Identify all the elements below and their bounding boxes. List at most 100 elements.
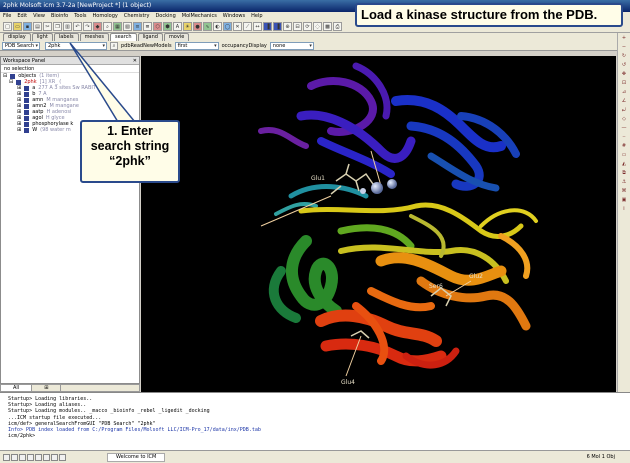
read-models-label: pdbReadNewModels [121, 42, 172, 49]
print-icon[interactable]: ▤ [33, 22, 42, 31]
fog-icon[interactable]: ◌ [313, 22, 322, 31]
status-icon[interactable] [27, 453, 34, 461]
torsion-icon[interactable]: ⤾ [620, 107, 628, 114]
instruction-callout-top: Load a kinase structure from the PDB. [355, 3, 623, 27]
new-file-icon[interactable]: □ [3, 22, 12, 31]
object-icon [24, 91, 30, 97]
redo-icon[interactable]: ↷ [83, 22, 92, 31]
object-icon [24, 103, 30, 109]
molecule-viewer[interactable]: Glu1 Ser6 Glu2 Glu4 [141, 56, 616, 392]
grid-icon[interactable]: # [620, 143, 628, 150]
select-icon[interactable]: ◆ [93, 22, 102, 31]
tag-icon[interactable]: ⌘ [620, 188, 628, 195]
measure-icon[interactable]: ⊿ [620, 89, 628, 96]
tab-search[interactable]: search [109, 33, 137, 41]
search-binoculars-icon[interactable]: ⌕ [110, 41, 118, 50]
color-icon[interactable]: ● [193, 22, 202, 31]
cpk-icon[interactable]: ◯ [223, 22, 232, 31]
display-mode-icon[interactable]: ▐ [263, 22, 272, 31]
status-icon[interactable] [51, 453, 58, 461]
open-folder-icon[interactable]: ▭ [13, 22, 22, 31]
search-input[interactable]: 2phk [45, 41, 107, 50]
expand-icon[interactable]: ⊞ [17, 127, 21, 133]
fit-icon[interactable]: ⊡ [620, 80, 628, 87]
status-icon[interactable] [35, 453, 42, 461]
molecule-icon[interactable]: ⬡ [153, 22, 162, 31]
paste-icon[interactable]: ▥ [63, 22, 72, 31]
chart-icon[interactable]: ▧ [123, 22, 132, 31]
xstick-icon[interactable]: ✕ [233, 22, 242, 31]
wire-icon[interactable]: ⟋ [243, 22, 252, 31]
object-icon [24, 109, 30, 115]
zoom-in-icon[interactable]: + [620, 35, 628, 42]
zoom-out-icon[interactable]: − [620, 44, 628, 51]
terminal[interactable]: Startup> Loading libraries.. Startup> Loa… [0, 392, 630, 450]
ligand-icon[interactable]: ⬢ [163, 22, 172, 31]
menu-item[interactable]: Docking [155, 12, 175, 21]
menu-item[interactable]: Windows [223, 12, 245, 21]
distance-icon[interactable]: ↔ [253, 22, 262, 31]
copy-icon[interactable]: ❐ [53, 22, 62, 31]
menu-item[interactable]: Homology [93, 12, 118, 21]
anchor-icon[interactable]: ⚓ [620, 179, 628, 186]
find-icon[interactable]: ⌕ [103, 22, 112, 31]
slab-icon[interactable]: ▭ [620, 152, 628, 159]
tab-meshes[interactable]: meshes [79, 33, 109, 41]
menu-item[interactable]: MolMechanics [182, 12, 217, 21]
tab-ligand[interactable]: ligand [137, 33, 163, 41]
close-icon[interactable]: ✕ [133, 57, 137, 65]
expand-icon[interactable]: ⊟ [3, 73, 7, 79]
info-icon[interactable]: i [620, 206, 628, 213]
expand-icon[interactable]: ⊟ [9, 79, 13, 85]
clip-icon[interactable]: ⊟ [293, 22, 302, 31]
tab-movie[interactable]: movie [163, 33, 190, 41]
light-icon[interactable]: ☀ [183, 22, 192, 31]
menu-item[interactable]: File [3, 12, 11, 21]
status-icon[interactable] [59, 453, 66, 461]
stereo-view-icon[interactable]: ⧉ [620, 170, 628, 177]
bond-icon[interactable]: — [620, 125, 628, 132]
panel-tab[interactable]: ⊞ [32, 385, 62, 391]
center-icon[interactable]: ⊕ [283, 22, 292, 31]
tab-light[interactable]: light [31, 33, 53, 41]
pick-icon[interactable]: ◇ [620, 116, 628, 123]
tree-item-desc: (98 water m [40, 127, 71, 133]
search-source-select[interactable]: PDB Search [2, 41, 40, 50]
status-icon[interactable] [43, 453, 50, 461]
menu-item[interactable]: Bioinfo [51, 12, 68, 21]
panel-tab[interactable]: All [1, 385, 33, 391]
stereo-icon[interactable]: ▐ [273, 22, 282, 31]
tool-tabs: display light labels meshes search ligand movi… [0, 33, 630, 41]
menu-item[interactable]: Tools [74, 12, 86, 21]
menu-item[interactable]: View [33, 12, 45, 21]
translate-icon[interactable]: ✥ [620, 71, 628, 78]
lock-icon[interactable]: ▣ [620, 197, 628, 204]
undo-icon[interactable]: ↶ [73, 22, 82, 31]
rotate-y-icon[interactable]: ↺ [620, 62, 628, 69]
save-icon[interactable]: ▪ [23, 22, 32, 31]
status-icon[interactable] [11, 453, 18, 461]
cut-icon[interactable]: ✂ [43, 22, 52, 31]
read-models-select[interactable]: first [174, 41, 219, 50]
sequence-icon[interactable]: ≡ [133, 22, 142, 31]
table-icon[interactable]: ▦ [113, 22, 122, 31]
rotate-icon[interactable]: ⟳ [303, 22, 312, 31]
surface-icon[interactable]: ◐ [213, 22, 222, 31]
background-icon[interactable]: ▩ [323, 22, 332, 31]
menu-item[interactable]: Edit [17, 12, 27, 21]
status-icon[interactable] [19, 453, 26, 461]
screenshot-icon[interactable]: ⎙ [333, 22, 342, 31]
occupancy-select[interactable]: none [269, 41, 314, 50]
ribbon-icon[interactable]: ∿ [203, 22, 212, 31]
hbond-icon[interactable]: ┄ [620, 134, 628, 141]
label-icon[interactable]: A [173, 22, 182, 31]
tab-display[interactable]: display [3, 33, 31, 41]
menu-item[interactable]: Help [251, 12, 262, 21]
alignment-icon[interactable]: ≣ [143, 22, 152, 31]
angle-icon[interactable]: ∠ [620, 98, 628, 105]
rotate-x-icon[interactable]: ↻ [620, 53, 628, 60]
menu-item[interactable]: Chemistry [124, 12, 150, 21]
perspective-icon[interactable]: ◭ [620, 161, 628, 168]
tab-labels[interactable]: labels [53, 33, 79, 41]
status-icon[interactable] [3, 453, 10, 461]
